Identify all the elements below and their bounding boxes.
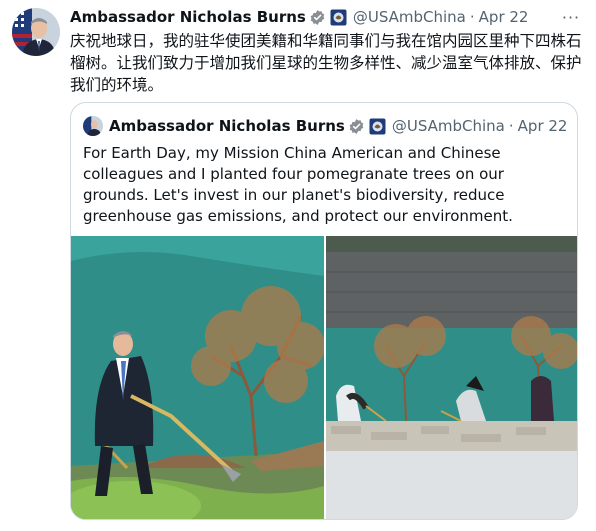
quoted-author-handle[interactable]: @USAmbChina <box>392 117 505 135</box>
header-separator: · <box>469 8 475 26</box>
quoted-tweet[interactable]: Ambassador Nicholas Burns @USAmbChina · … <box>70 102 578 520</box>
government-affiliation-icon <box>330 9 347 26</box>
quoted-tweet-text: For Earth Day, my Mission China American… <box>83 144 513 225</box>
author-avatar[interactable] <box>12 8 60 56</box>
staff-planting-trees-photo[interactable] <box>326 236 577 519</box>
quoted-tweet-header: Ambassador Nicholas Burns @USAmbChina · … <box>83 115 567 137</box>
government-affiliation-icon <box>369 118 386 135</box>
ambassador-planting-tree-photo[interactable] <box>71 236 324 519</box>
verified-badge-icon <box>309 9 326 26</box>
author-handle[interactable]: @USAmbChina <box>353 8 466 26</box>
verified-badge-icon <box>348 118 365 135</box>
author-name[interactable]: Ambassador Nicholas Burns <box>70 8 306 26</box>
tweet-date[interactable]: Apr 22 <box>479 8 529 26</box>
quoted-author-name[interactable]: Ambassador Nicholas Burns <box>109 117 345 135</box>
quoted-tweet-date[interactable]: Apr 22 <box>518 117 568 135</box>
photo-grid <box>71 236 577 519</box>
quoted-header-separator: · <box>508 117 514 135</box>
quoted-author-avatar[interactable] <box>83 116 103 136</box>
tweet-text: 庆祝地球日，我的驻华使团美籍和华籍同事们与我在馆内园区里种下四株石榴树。让我们致… <box>70 32 582 94</box>
more-options-icon[interactable]: ··· <box>560 6 582 28</box>
tweet-header: Ambassador Nicholas Burns @USAmbChina · … <box>70 6 528 28</box>
tweet[interactable]: Ambassador Nicholas Burns @USAmbChina · … <box>0 0 596 531</box>
